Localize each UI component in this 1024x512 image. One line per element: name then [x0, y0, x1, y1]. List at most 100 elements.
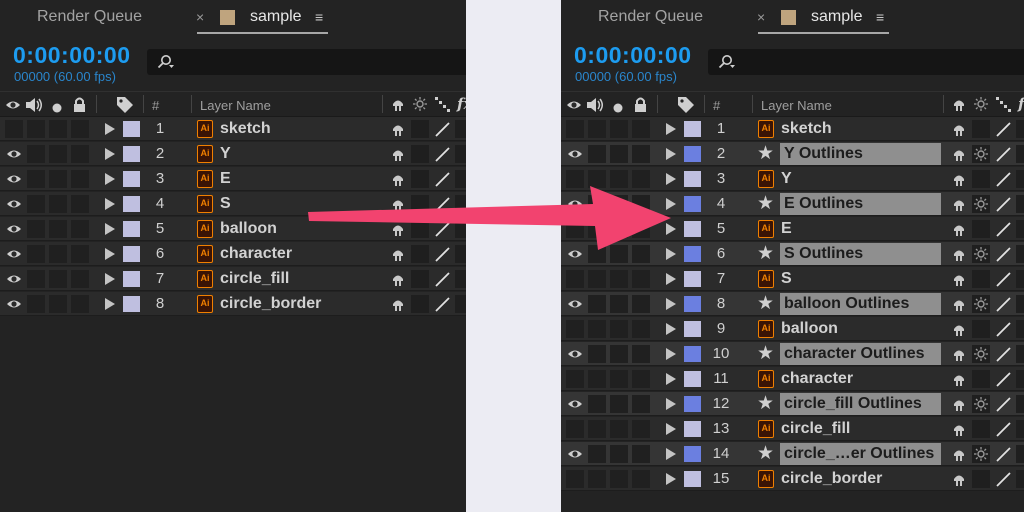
- audio-toggle[interactable]: [588, 270, 606, 288]
- collapse-switch[interactable]: [411, 120, 429, 138]
- effects-column-header[interactable]: fx: [1018, 95, 1024, 113]
- shy-switch[interactable]: [389, 170, 407, 188]
- effects-switch[interactable]: [1016, 245, 1024, 263]
- column-layer-name-header[interactable]: Layer Name: [761, 98, 832, 113]
- label-color-swatch[interactable]: [684, 146, 701, 162]
- quality-switch[interactable]: [433, 270, 451, 288]
- visibility-toggle[interactable]: [566, 120, 584, 138]
- search-input[interactable]: [147, 49, 466, 75]
- visibility-toggle[interactable]: [566, 270, 584, 288]
- audio-column-icon[interactable]: [25, 96, 44, 119]
- lock-toggle[interactable]: [71, 295, 89, 313]
- shy-switch[interactable]: [950, 395, 968, 413]
- lock-toggle[interactable]: [632, 295, 650, 313]
- layer-row[interactable]: 4 ★ E Outlines: [561, 192, 1024, 216]
- expand-chevron-icon[interactable]: [105, 298, 115, 310]
- lock-column-icon[interactable]: [633, 96, 648, 118]
- quality-switch[interactable]: [433, 170, 451, 188]
- solo-toggle[interactable]: [610, 395, 628, 413]
- lock-toggle[interactable]: [632, 370, 650, 388]
- label-color-swatch[interactable]: [684, 171, 701, 187]
- lock-toggle[interactable]: [632, 195, 650, 213]
- effects-switch[interactable]: [1016, 370, 1024, 388]
- layer-row[interactable]: 1 Ai sketch: [561, 117, 1024, 141]
- visibility-toggle[interactable]: [566, 470, 584, 488]
- label-color-swatch[interactable]: [684, 196, 701, 212]
- visibility-toggle[interactable]: [566, 420, 584, 438]
- solo-toggle[interactable]: [49, 220, 67, 238]
- quality-switch[interactable]: [994, 170, 1012, 188]
- label-color-swatch[interactable]: [684, 221, 701, 237]
- quality-switch[interactable]: [994, 345, 1012, 363]
- quality-switch[interactable]: [994, 145, 1012, 163]
- label-color-swatch[interactable]: [684, 446, 701, 462]
- layer-row[interactable]: 1 Ai sketch: [0, 117, 466, 141]
- effects-switch[interactable]: [1016, 220, 1024, 238]
- audio-toggle[interactable]: [27, 195, 45, 213]
- label-color-swatch[interactable]: [684, 421, 701, 437]
- collapse-switch[interactable]: [972, 295, 990, 313]
- collapse-switch[interactable]: [972, 220, 990, 238]
- audio-column-icon[interactable]: [586, 96, 605, 119]
- quality-switch[interactable]: [433, 295, 451, 313]
- audio-toggle[interactable]: [588, 420, 606, 438]
- label-color-swatch[interactable]: [123, 296, 140, 312]
- layer-name[interactable]: balloon: [781, 320, 838, 338]
- quality-switch[interactable]: [994, 395, 1012, 413]
- current-time-display[interactable]: 0:00:00:00: [13, 42, 131, 69]
- lock-toggle[interactable]: [71, 270, 89, 288]
- lock-toggle[interactable]: [632, 145, 650, 163]
- effects-switch[interactable]: [1016, 445, 1024, 463]
- quality-switch[interactable]: [994, 295, 1012, 313]
- solo-column-icon[interactable]: [52, 100, 62, 118]
- lock-toggle[interactable]: [632, 220, 650, 238]
- shy-switch[interactable]: [950, 370, 968, 388]
- layer-name[interactable]: circle_border: [220, 295, 321, 313]
- layer-row[interactable]: 7 Ai circle_fill: [0, 267, 466, 291]
- expand-chevron-icon[interactable]: [666, 198, 676, 210]
- quality-switch[interactable]: [994, 420, 1012, 438]
- tab-composition-sample[interactable]: sample: [811, 8, 863, 26]
- audio-toggle[interactable]: [588, 170, 606, 188]
- effects-switch[interactable]: [455, 295, 466, 313]
- label-color-swatch[interactable]: [123, 246, 140, 262]
- label-color-swatch[interactable]: [123, 171, 140, 187]
- effects-switch[interactable]: [455, 145, 466, 163]
- solo-toggle[interactable]: [610, 420, 628, 438]
- layer-name[interactable]: circle_fill Outlines: [784, 395, 922, 413]
- lock-toggle[interactable]: [632, 420, 650, 438]
- layer-name[interactable]: S: [220, 195, 231, 213]
- label-color-swatch[interactable]: [123, 121, 140, 137]
- layer-name[interactable]: E: [781, 220, 792, 238]
- layer-name[interactable]: character: [781, 370, 853, 388]
- layer-name-highlight[interactable]: character Outlines: [780, 343, 941, 365]
- layer-name[interactable]: E Outlines: [784, 195, 863, 213]
- audio-toggle[interactable]: [588, 220, 606, 238]
- collapse-switch[interactable]: [411, 195, 429, 213]
- shy-switch[interactable]: [389, 195, 407, 213]
- layer-row[interactable]: 15 Ai circle_border: [561, 467, 1024, 491]
- quality-switch[interactable]: [433, 245, 451, 263]
- layer-row[interactable]: 3 Ai Y: [561, 167, 1024, 191]
- layer-name[interactable]: circle_…er Outlines: [784, 445, 934, 463]
- solo-toggle[interactable]: [610, 245, 628, 263]
- layer-row[interactable]: 5 Ai balloon: [0, 217, 466, 241]
- expand-chevron-icon[interactable]: [105, 148, 115, 160]
- expand-chevron-icon[interactable]: [666, 423, 676, 435]
- lock-toggle[interactable]: [71, 145, 89, 163]
- quality-switch[interactable]: [433, 195, 451, 213]
- collapse-switch[interactable]: [972, 170, 990, 188]
- quality-switch[interactable]: [994, 320, 1012, 338]
- visibility-toggle[interactable]: [566, 395, 584, 413]
- shy-switch[interactable]: [950, 220, 968, 238]
- audio-toggle[interactable]: [27, 270, 45, 288]
- visibility-toggle[interactable]: [566, 445, 584, 463]
- visibility-column-icon[interactable]: [5, 98, 21, 117]
- layer-row[interactable]: 10 ★ character Outlines: [561, 342, 1024, 366]
- effects-switch[interactable]: [1016, 320, 1024, 338]
- lock-toggle[interactable]: [71, 195, 89, 213]
- shy-switch[interactable]: [950, 145, 968, 163]
- visibility-column-icon[interactable]: [566, 98, 582, 117]
- effects-switch[interactable]: [1016, 395, 1024, 413]
- expand-chevron-icon[interactable]: [666, 123, 676, 135]
